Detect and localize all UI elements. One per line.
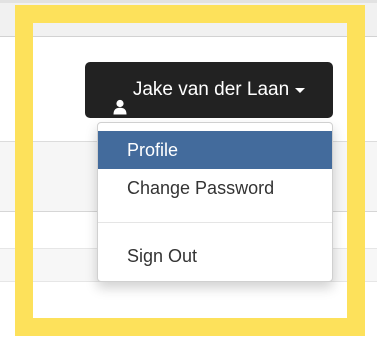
top-edge [0,0,377,3]
highlight-frame [15,5,365,336]
